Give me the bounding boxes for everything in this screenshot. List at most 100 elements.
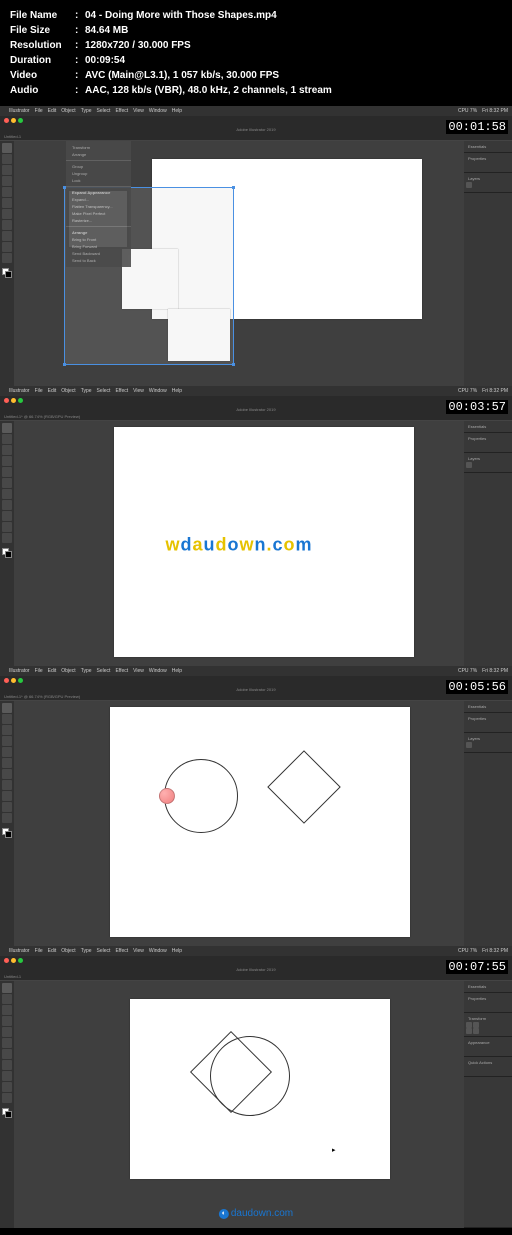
dd-item[interactable]: Bring to Front (66, 236, 131, 243)
rectangle-tool[interactable] (2, 467, 12, 477)
dd-item[interactable]: Rasterize... (66, 217, 131, 224)
document-tab[interactable]: Untitled-1 (0, 133, 512, 141)
close-button[interactable] (4, 118, 9, 123)
app-name[interactable]: Illustrator (9, 668, 30, 674)
gradient-tool[interactable] (2, 231, 12, 241)
circle-shape[interactable] (164, 759, 238, 833)
essentials-panel[interactable]: Essentials (464, 421, 512, 433)
type-tool[interactable] (2, 456, 12, 466)
pen-tool[interactable] (2, 1005, 12, 1015)
essentials-panel[interactable]: Essentials (464, 701, 512, 713)
dd-item[interactable]: Transform (66, 144, 131, 151)
close-button[interactable] (4, 398, 9, 403)
dd-item[interactable]: Expand... (66, 196, 131, 203)
maximize-button[interactable] (18, 398, 23, 403)
brush-tool[interactable] (2, 758, 12, 768)
menu-window[interactable]: Window (149, 668, 167, 674)
dd-item[interactable]: Flatten Transparency... (66, 203, 131, 210)
minimize-button[interactable] (11, 398, 16, 403)
type-tool[interactable] (2, 176, 12, 186)
rotate-tool[interactable] (2, 220, 12, 230)
brush-tool[interactable] (2, 478, 12, 488)
menu-file[interactable]: File (35, 668, 43, 674)
menu-view[interactable]: View (133, 948, 144, 954)
dd-item[interactable]: Lock (66, 177, 131, 184)
quick-actions-panel[interactable]: Quick Actions (464, 1057, 512, 1077)
menu-type[interactable]: Type (81, 388, 92, 394)
zoom-tool[interactable] (2, 253, 12, 263)
menu-window[interactable]: Window (149, 948, 167, 954)
properties-panel[interactable]: Properties (464, 433, 512, 453)
color-swatches[interactable] (2, 268, 12, 278)
eraser-tool[interactable] (2, 489, 12, 499)
rotate-tool[interactable] (2, 1060, 12, 1070)
minimize-button[interactable] (11, 118, 16, 123)
close-button[interactable] (4, 678, 9, 683)
close-button[interactable] (4, 958, 9, 963)
gradient-tool[interactable] (2, 1071, 12, 1081)
eraser-tool[interactable] (2, 1049, 12, 1059)
properties-panel[interactable]: Properties (464, 993, 512, 1013)
menu-select[interactable]: Select (97, 948, 111, 954)
color-swatches[interactable] (2, 548, 12, 558)
menu-effect[interactable]: Effect (115, 948, 128, 954)
object-menu-dropdown[interactable]: Transform Arrange Group Ungroup Lock Exp… (66, 141, 131, 267)
direct-selection-tool[interactable] (2, 714, 12, 724)
menu-edit[interactable]: Edit (48, 668, 57, 674)
app-name[interactable]: Illustrator (9, 108, 30, 114)
menu-file[interactable]: File (35, 108, 43, 114)
maximize-button[interactable] (18, 118, 23, 123)
canvas[interactable]: Transform Arrange Group Ungroup Lock Exp… (14, 141, 464, 388)
canvas[interactable]: wdaudown.com (14, 421, 464, 668)
menu-type[interactable]: Type (81, 108, 92, 114)
eyedropper-tool[interactable] (2, 1082, 12, 1092)
type-tool[interactable] (2, 736, 12, 746)
menu-effect[interactable]: Effect (115, 388, 128, 394)
eraser-tool[interactable] (2, 769, 12, 779)
brush-tool[interactable] (2, 1038, 12, 1048)
menu-view[interactable]: View (133, 108, 144, 114)
dd-item[interactable]: Group (66, 163, 131, 170)
document-tab[interactable]: Untitled-1 (0, 973, 512, 981)
layers-panel[interactable]: Layers (464, 173, 512, 193)
selection-tool[interactable] (2, 423, 12, 433)
rectangle-tool[interactable] (2, 1027, 12, 1037)
circle-shape[interactable] (210, 1036, 290, 1116)
properties-panel[interactable]: Properties (464, 153, 512, 173)
app-name[interactable]: Illustrator (9, 388, 30, 394)
menu-edit[interactable]: Edit (48, 388, 57, 394)
pink-sphere[interactable] (159, 788, 175, 804)
rotate-tool[interactable] (2, 780, 12, 790)
brush-tool[interactable] (2, 198, 12, 208)
menu-select[interactable]: Select (97, 668, 111, 674)
document-tab[interactable]: Untitled-1* @ 66.74% (RGB/GPU Preview) (0, 413, 512, 421)
maximize-button[interactable] (18, 958, 23, 963)
menu-object[interactable]: Object (61, 108, 75, 114)
dd-item[interactable]: Ungroup (66, 170, 131, 177)
color-swatches[interactable] (2, 1108, 12, 1118)
document-tab[interactable]: Untitled-1* @ 66.74% (RGB/GPU Preview) (0, 693, 512, 701)
menu-help[interactable]: Help (172, 388, 182, 394)
artboard[interactable] (114, 427, 414, 657)
artboard[interactable] (110, 707, 410, 937)
transform-panel[interactable]: Transform (464, 1013, 512, 1037)
rotate-tool[interactable] (2, 500, 12, 510)
menu-select[interactable]: Select (97, 388, 111, 394)
selection-tool[interactable] (2, 983, 12, 993)
rectangle-tool[interactable] (2, 187, 12, 197)
dd-item[interactable]: Make Pixel Perfect (66, 210, 131, 217)
eyedropper-tool[interactable] (2, 802, 12, 812)
menu-edit[interactable]: Edit (48, 108, 57, 114)
gradient-tool[interactable] (2, 791, 12, 801)
dd-item[interactable]: Send to Back (66, 257, 131, 264)
layers-panel[interactable]: Layers (464, 733, 512, 753)
minimize-button[interactable] (11, 958, 16, 963)
menu-select[interactable]: Select (97, 108, 111, 114)
menu-type[interactable]: Type (81, 948, 92, 954)
canvas[interactable] (14, 701, 464, 948)
menu-effect[interactable]: Effect (115, 108, 128, 114)
menu-object[interactable]: Object (61, 948, 75, 954)
essentials-panel[interactable]: Essentials (464, 981, 512, 993)
layers-panel[interactable]: Layers (464, 453, 512, 473)
color-swatches[interactable] (2, 828, 12, 838)
